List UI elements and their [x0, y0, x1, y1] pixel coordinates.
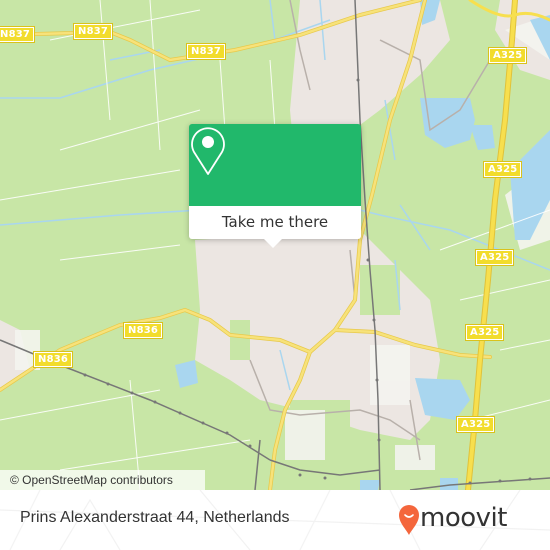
road-shield-n837: N837: [185, 43, 227, 60]
moovit-pin-logo-icon: [399, 505, 419, 535]
road-shield-n836: N836: [122, 322, 164, 339]
road-shield-a325: A325: [455, 416, 496, 433]
popup-header: [189, 124, 361, 206]
address-label: Prins Alexanderstraat 44, Netherlands: [20, 509, 290, 526]
road-shield-a325: A325: [464, 324, 505, 341]
road-shield-a325: A325: [487, 47, 528, 64]
road-shield-n837: N837: [72, 23, 114, 40]
moovit-wordmark: moovit: [420, 503, 507, 533]
road-shield-n836: N836: [32, 351, 74, 368]
map-attribution[interactable]: © OpenStreetMap contributors: [0, 470, 205, 490]
location-popup: Take me there: [189, 124, 361, 248]
road-shield-n837: N837: [0, 26, 36, 43]
map[interactable]: N837 N837 N837 N836 N836 A325 A325 A325 …: [0, 0, 550, 490]
road-shield-a325: A325: [482, 161, 523, 178]
map-pin-icon: [191, 127, 225, 175]
take-me-there-button[interactable]: Take me there: [189, 206, 361, 239]
road-shield-a325: A325: [474, 249, 515, 266]
popup-pointer: [264, 239, 282, 248]
